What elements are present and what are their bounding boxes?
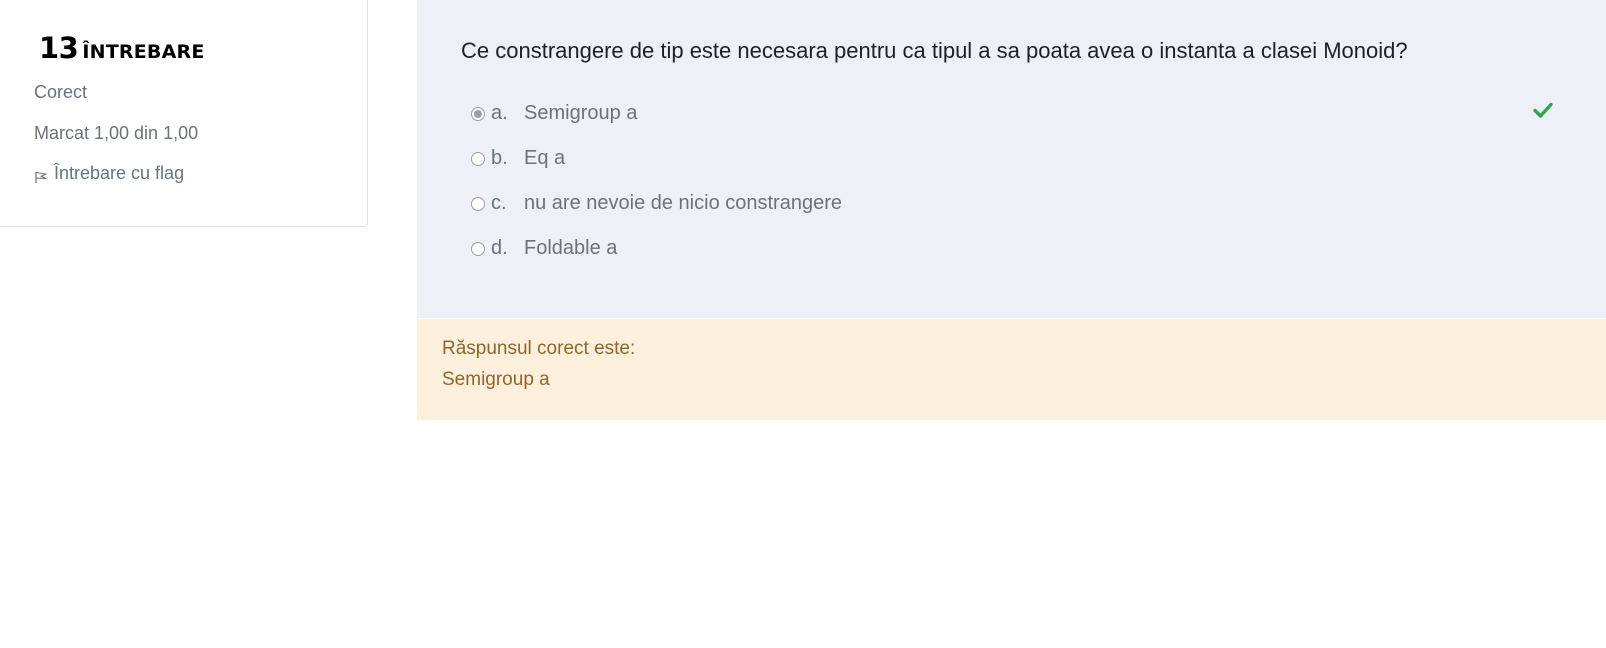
answer-text: Semigroup a xyxy=(524,102,638,124)
question-label: ÎNTREBARE xyxy=(82,41,205,63)
check-icon xyxy=(1533,102,1553,118)
flag-icon xyxy=(35,171,47,183)
flag-question-toggle[interactable]: Întrebare cu flag xyxy=(34,163,184,184)
question-content-panel: Ce constrangere de tip este necesara pen… xyxy=(417,0,1606,318)
question-number-heading: 13 ÎNTREBARE xyxy=(39,31,205,65)
correct-answer-label: Răspunsul corect este: xyxy=(442,338,636,359)
answer-option-c[interactable]: c. nu are nevoie de nicio constrangere xyxy=(471,192,842,215)
answer-radio-a[interactable] xyxy=(471,106,485,121)
answer-text: nu are nevoie de nicio constrangere xyxy=(524,192,842,214)
correct-answer-text: Semigroup a xyxy=(442,369,550,390)
answer-letter: c. xyxy=(491,192,507,214)
answer-letter: d. xyxy=(491,237,508,259)
answer-text: Eq a xyxy=(524,147,566,169)
question-grade: Marcat 1,00 din 1,00 xyxy=(34,123,199,143)
question-number: 13 xyxy=(39,31,79,65)
question-info-panel: 13 ÎNTREBARE Corect Marcat 1,00 din 1,00 … xyxy=(0,0,368,227)
question-state: Corect xyxy=(34,82,88,102)
answer-letter: b. xyxy=(491,147,508,169)
answer-letter: a. xyxy=(491,102,508,124)
feedback-panel: Răspunsul corect este: Semigroup a xyxy=(417,319,1606,420)
answer-radio-d[interactable] xyxy=(471,241,485,256)
answer-text: Foldable a xyxy=(524,237,618,259)
answer-option-d[interactable]: d. Foldable a xyxy=(471,237,617,260)
flag-question-label: Întrebare cu flag xyxy=(54,163,185,183)
answer-radio-b[interactable] xyxy=(471,151,485,166)
answer-option-a[interactable]: a. Semigroup a xyxy=(471,102,637,125)
answer-option-b[interactable]: b. Eq a xyxy=(471,147,565,170)
question-text: Ce constrangere de tip este necesara pen… xyxy=(461,38,1408,63)
answer-radio-c[interactable] xyxy=(471,196,485,211)
